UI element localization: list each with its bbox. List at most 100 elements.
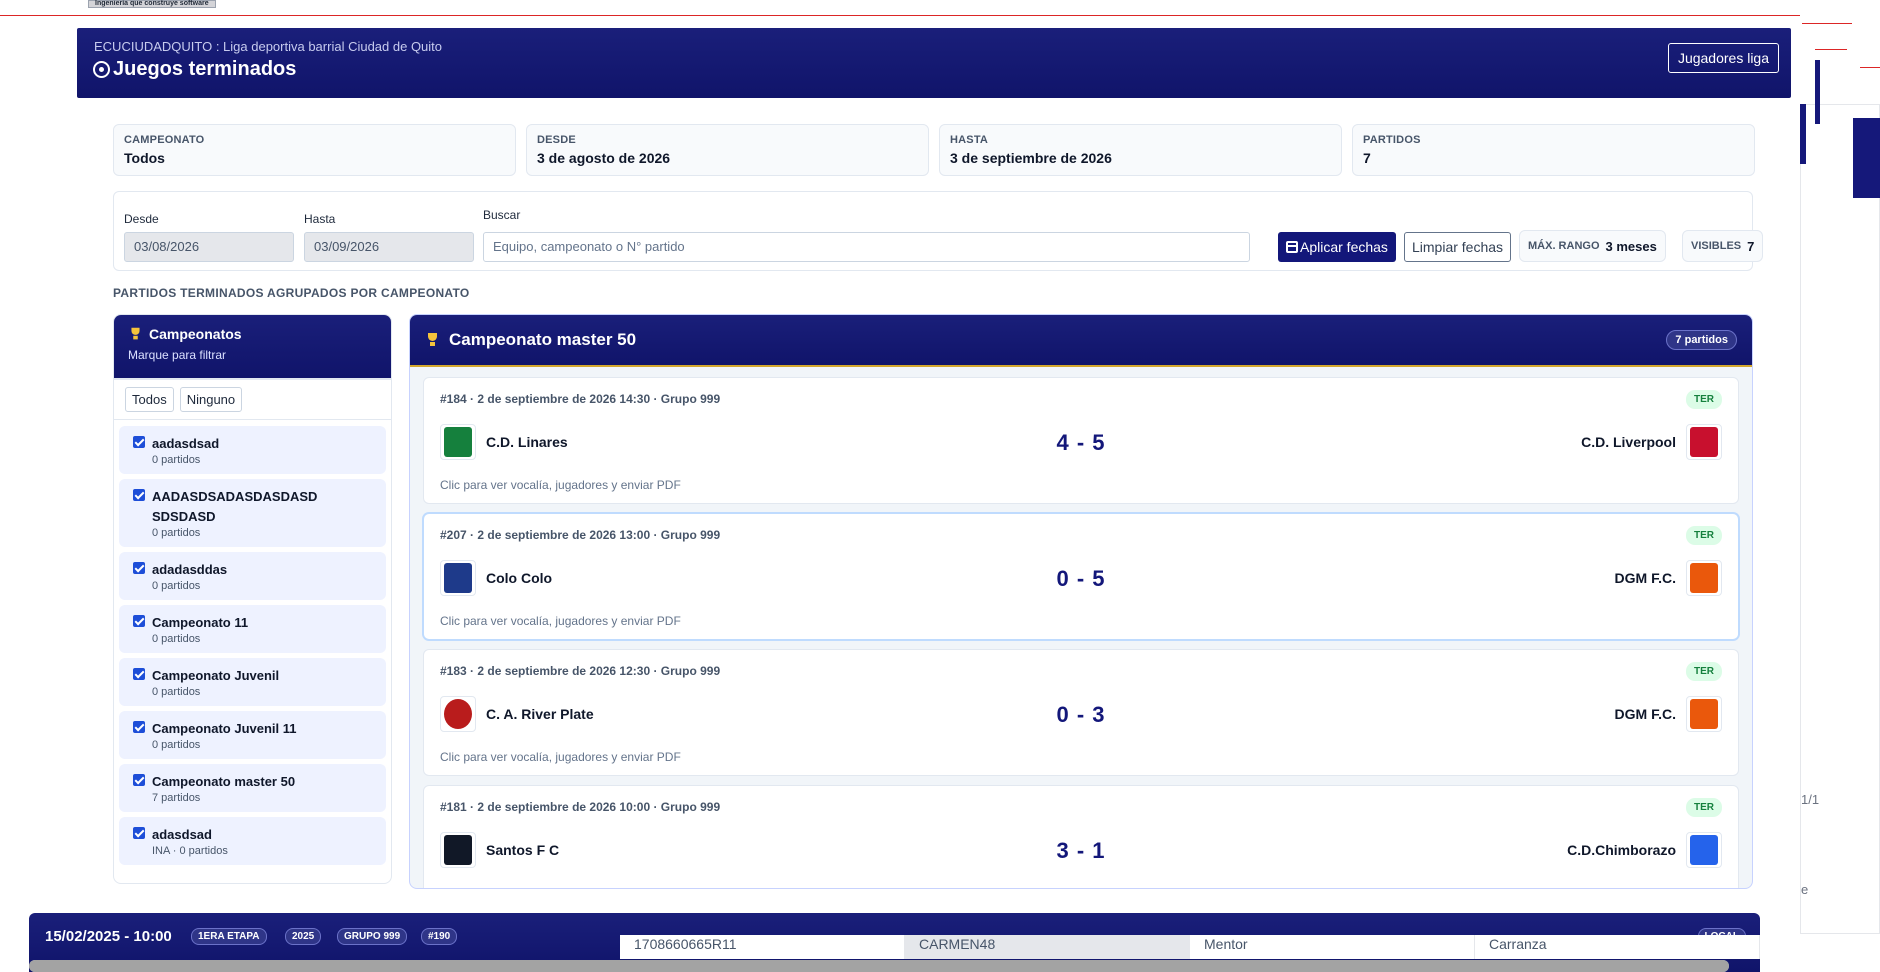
checkbox-checked-icon[interactable]: [133, 774, 145, 786]
background-window-header: [1800, 104, 1806, 164]
away-team-name: DGM F.C.: [1614, 706, 1676, 722]
match-card[interactable]: #207 · 2 de septiembre de 2026 13:00 · G…: [423, 513, 1739, 640]
championship-name: adasdsad: [152, 827, 212, 842]
background-cell: Mentor: [1190, 935, 1475, 959]
league-players-button[interactable]: Jugadores liga: [1667, 43, 1779, 73]
clear-dates-button[interactable]: Limpiar fechas: [1404, 232, 1512, 262]
crest-fill: [1690, 699, 1718, 729]
select-none-button[interactable]: Ninguno: [179, 387, 243, 412]
crest-fill: [1690, 427, 1718, 457]
championship-item[interactable]: adadasddas 0 partidos: [119, 552, 386, 600]
org-name: ECUCIUDADQUITO : Liga deportiva barrial …: [94, 39, 443, 54]
match-card[interactable]: #183 · 2 de septiembre de 2026 12:30 · G…: [423, 649, 1739, 776]
filter-bar: Desde 03/08/2026 Hasta 03/09/2026 Buscar…: [113, 191, 1764, 271]
checkbox-checked-icon[interactable]: [133, 436, 145, 448]
background-line: [1860, 67, 1880, 68]
championship-count: 7 partidos: [152, 792, 201, 804]
championship-panel-title-text: Campeonatos: [149, 326, 242, 342]
championship-count: 0 partidos: [152, 686, 201, 698]
match-score: 0 - 3: [1056, 702, 1106, 727]
championship-name: Campeonato master 50: [152, 774, 296, 789]
championship-item[interactable]: Campeonato master 50 7 partidos: [119, 764, 386, 812]
background-tag: GRUPO 999: [337, 928, 408, 945]
background-tag: 1ERA ETAPA: [191, 928, 267, 945]
team-crest-icon: [1686, 424, 1722, 460]
match-score: 0 - 5: [1056, 566, 1106, 591]
page-title: Juegos terminados: [93, 58, 296, 81]
championship-list: aadasdsad 0 partidos AADASDSADASDASDASD S…: [114, 420, 391, 876]
away-team: C.D.Chimborazo: [1567, 832, 1722, 868]
away-team: DGM F.C.: [1615, 560, 1722, 596]
away-team-name: C.D. Liverpool: [1581, 434, 1676, 450]
championship-count: 0 partidos: [152, 633, 201, 645]
search-label: Buscar: [483, 208, 521, 222]
visible-label: Visibles: [1691, 240, 1742, 252]
match-card[interactable]: #184 · 2 de septiembre de 2026 14:30 · G…: [423, 377, 1739, 504]
background-window-header: [1853, 118, 1880, 198]
championship-count: INA · 0 partidos: [152, 845, 228, 857]
championship-panel-title: Campeonatos: [128, 326, 377, 342]
championship-name: Campeonato 11: [152, 615, 249, 630]
background-window: [1800, 104, 1880, 934]
summary-value: 3 de septiembre de 2026: [950, 150, 1112, 166]
summary-label: Partidos: [1363, 134, 1421, 146]
group-match-count: 7 partidos: [1666, 330, 1737, 350]
match-list: #184 · 2 de septiembre de 2026 14:30 · G…: [410, 367, 1752, 888]
search-input[interactable]: Equipo, campeonato o N° partido: [483, 232, 1250, 262]
championship-item[interactable]: Campeonato Juvenil 11 0 partidos: [119, 711, 386, 759]
checkbox-checked-icon[interactable]: [133, 489, 145, 501]
championship-item[interactable]: aadasdsad 0 partidos: [119, 426, 386, 474]
match-hint: Clic para ver vocalía, jugadores y envia…: [440, 750, 681, 764]
checkbox-checked-icon[interactable]: [133, 668, 145, 680]
championship-item[interactable]: adasdsad INA · 0 partidos: [119, 817, 386, 865]
match-meta: #184 · 2 de septiembre de 2026 14:30 · G…: [440, 392, 721, 406]
championship-item[interactable]: Campeonato 11 0 partidos: [119, 605, 386, 653]
match-card[interactable]: #181 · 2 de septiembre de 2026 10:00 · G…: [423, 785, 1739, 888]
summary-card-matches: Partidos 7: [1352, 124, 1755, 176]
championship-item[interactable]: AADASDSADASDASDASD SDSDASD 0 partidos: [119, 479, 386, 547]
championship-name: Campeonato Juvenil: [152, 668, 280, 683]
visible-value: 7: [1747, 238, 1755, 254]
championship-name: aadasdsad: [152, 436, 220, 451]
content-panel: Campeonato Todos Desde 3 de agosto de 20…: [92, 105, 1764, 895]
background-text: e: [1801, 882, 1809, 897]
summary-label: Desde: [537, 134, 576, 146]
status-badge: TER: [1686, 526, 1722, 545]
championship-actions: Todos Ninguno: [114, 380, 391, 420]
max-range-value: 3 meses: [1605, 238, 1657, 254]
team-crest-icon: [1686, 560, 1722, 596]
summary-value: 7: [1363, 150, 1371, 166]
championship-name: AADASDSADASDASDASD SDSDASD: [152, 489, 318, 524]
group-header: Campeonato master 50 7 partidos: [410, 315, 1752, 367]
away-team-name: DGM F.C.: [1614, 570, 1676, 586]
checkbox-checked-icon[interactable]: [133, 562, 145, 574]
scrollbar-thumb[interactable]: [29, 960, 1729, 972]
championship-item[interactable]: Campeonato Juvenil 0 partidos: [119, 658, 386, 706]
match-score: 4 - 5: [1056, 430, 1106, 455]
from-date-input[interactable]: 03/08/2026: [124, 232, 294, 262]
checkbox-checked-icon[interactable]: [133, 827, 145, 839]
summary-value: Todos: [124, 150, 165, 166]
summary-card-from: Desde 3 de agosto de 2026: [526, 124, 929, 176]
to-date-input[interactable]: 03/09/2026: [304, 232, 474, 262]
app-header: ECUCIUDADQUITO : Liga deportiva barrial …: [77, 28, 1791, 98]
championship-panel-header: Campeonatos Marque para filtrar: [114, 315, 391, 378]
status-badge: TER: [1686, 662, 1722, 681]
checkbox-checked-icon[interactable]: [133, 615, 145, 627]
select-all-button[interactable]: Todos: [125, 387, 174, 412]
background-line: [0, 15, 1800, 16]
checkbox-checked-icon[interactable]: [133, 721, 145, 733]
championship-panel-subtitle: Marque para filtrar: [128, 348, 227, 362]
summary-label: Campeonato: [124, 134, 205, 146]
championship-count: 0 partidos: [152, 739, 201, 751]
background-badge: Ingeniería que construye software: [88, 0, 216, 8]
crest-fill: [1690, 563, 1718, 593]
visible-count-chip: Visibles 7: [1682, 230, 1764, 262]
match-hint: Clic para ver vocalía, jugadores y envia…: [440, 478, 681, 492]
championship-group: Campeonato master 50 7 partidos #184 · 2…: [409, 314, 1753, 889]
background-match-datetime: 15/02/2025 - 10:00: [45, 928, 172, 945]
apply-dates-button[interactable]: Aplicar fechas: [1278, 232, 1396, 262]
horizontal-scrollbar[interactable]: [29, 960, 1729, 972]
section-title: Partidos terminados agrupados por campeo…: [113, 286, 470, 300]
max-range-chip: Máx. rango 3 meses: [1519, 230, 1666, 262]
